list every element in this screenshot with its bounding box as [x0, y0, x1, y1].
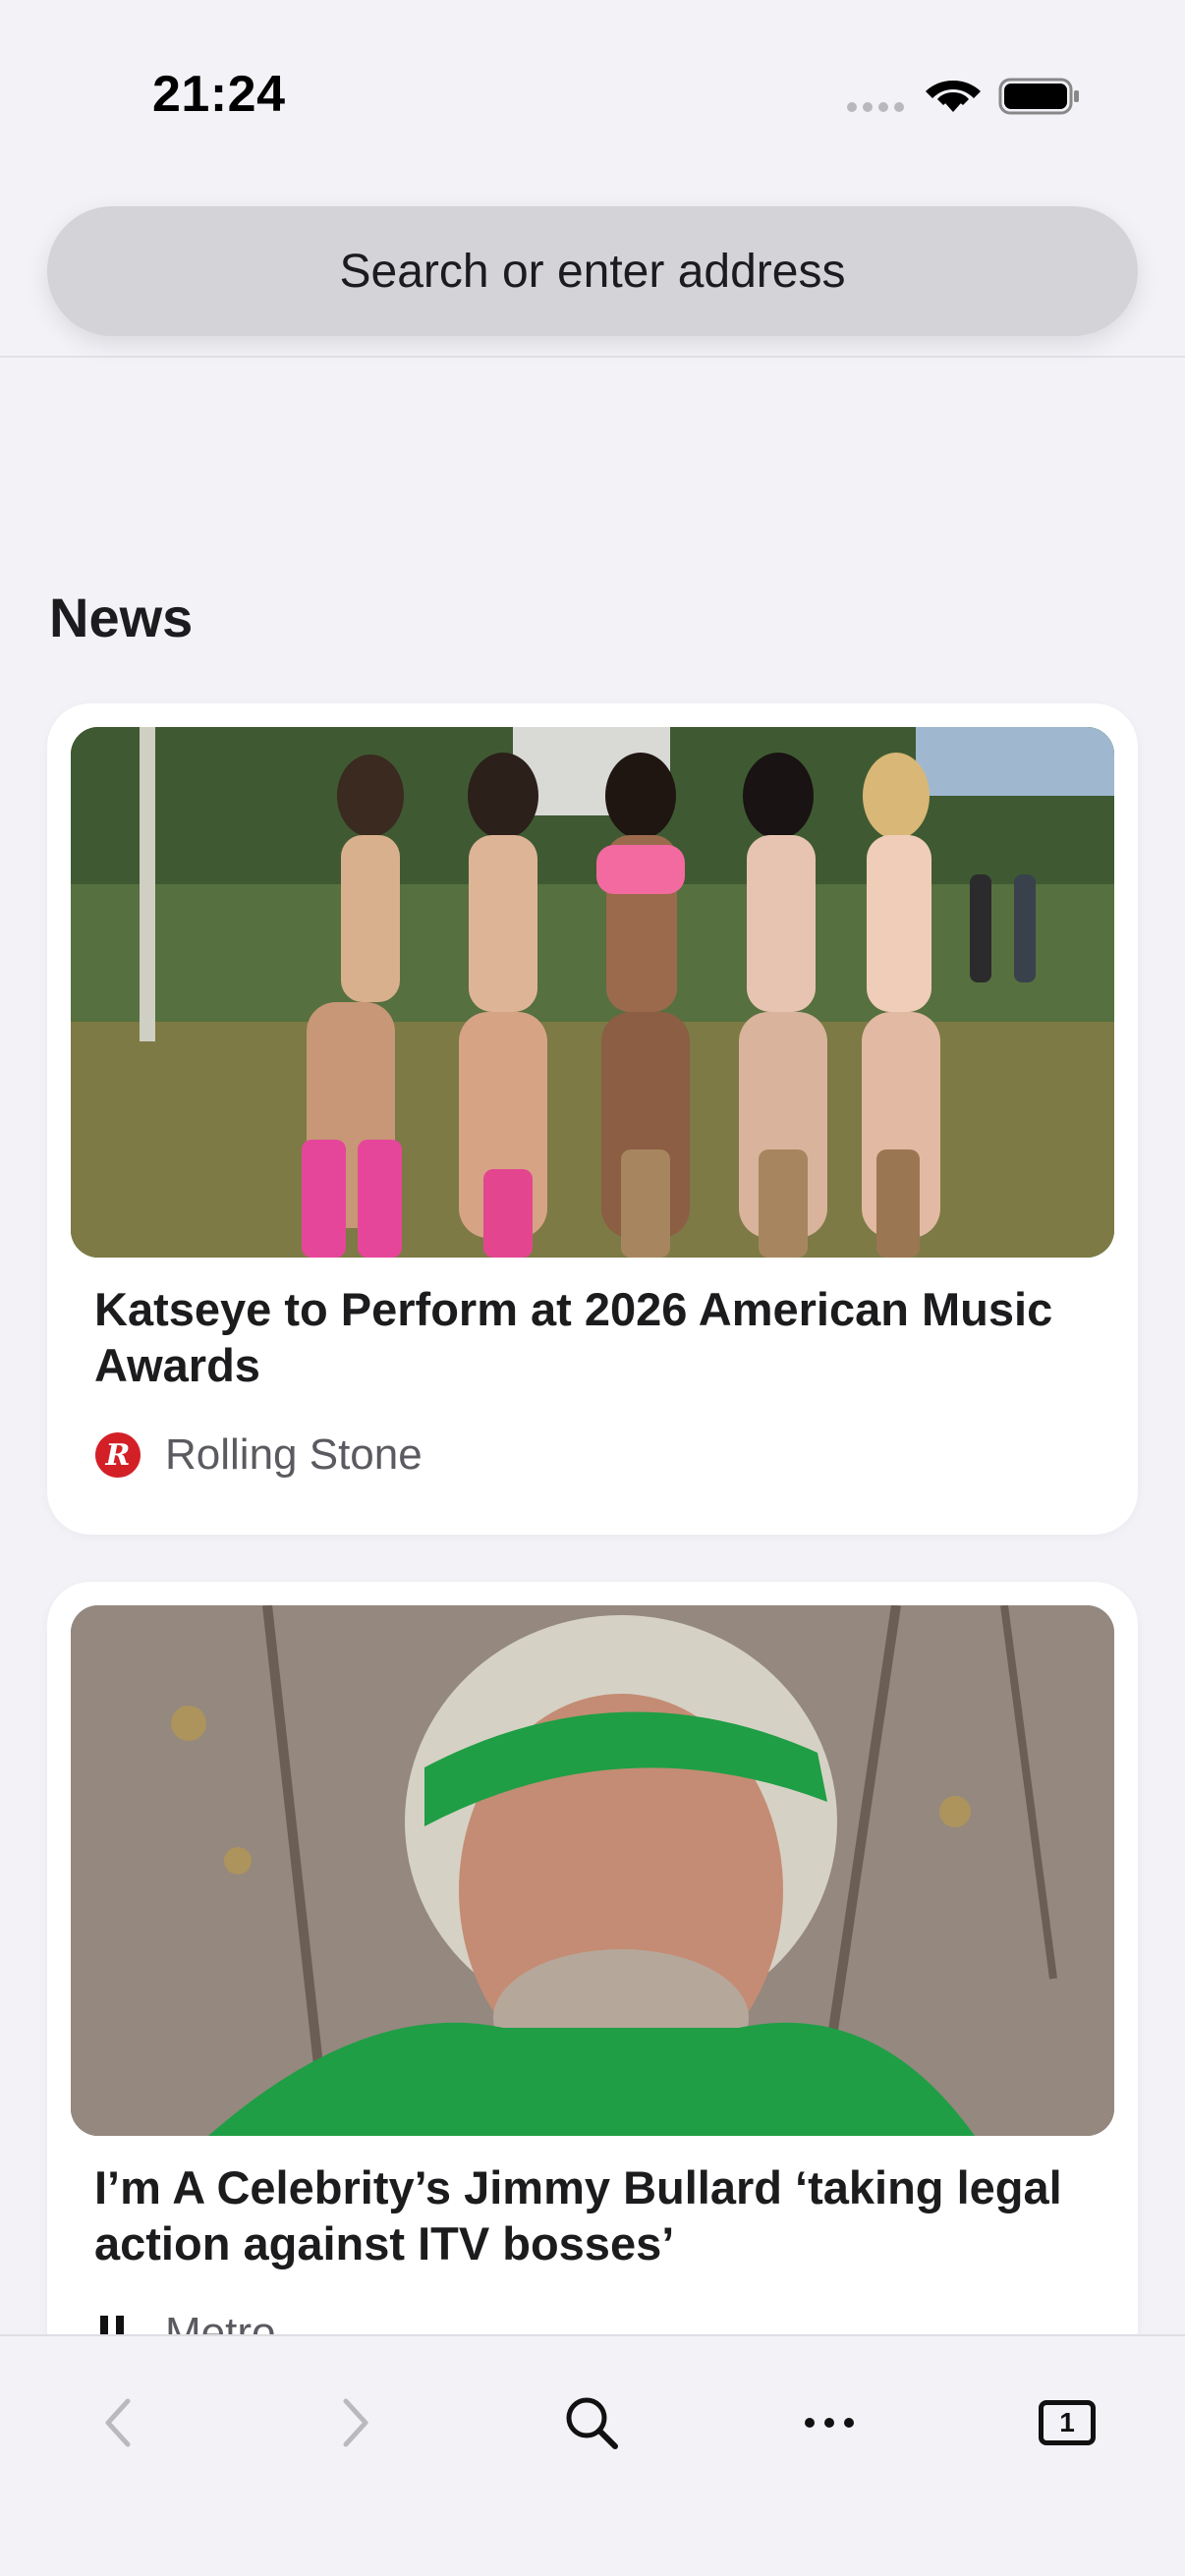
news-card[interactable]: Katseye to Perform at 2026 American Musi… — [47, 703, 1138, 1535]
chevron-left-icon — [105, 2398, 131, 2447]
bottom-toolbar: 1 — [0, 2334, 1185, 2576]
news-source: R Rolling Stone — [94, 1430, 423, 1480]
rolling-stone-logo-icon: R — [95, 1432, 141, 1478]
search-button[interactable] — [544, 2376, 639, 2470]
news-section-title: News — [49, 587, 194, 648]
tab-count: 1 — [1039, 2400, 1096, 2445]
address-placeholder: Search or enter address — [339, 245, 846, 298]
news-source-name: Rolling Stone — [165, 1430, 423, 1479]
battery-icon — [998, 78, 1079, 115]
top-area: 21:24 Search or enter address — [0, 0, 1185, 358]
news-image — [71, 727, 1114, 1258]
svg-text:R: R — [105, 1438, 131, 1473]
back-button[interactable] — [71, 2376, 165, 2470]
wifi-icon — [926, 81, 981, 112]
status-bar: 21:24 — [0, 0, 1185, 196]
more-button[interactable] — [782, 2376, 876, 2470]
chevron-right-icon — [343, 2398, 368, 2447]
news-title: I’m A Celebrity’s Jimmy Bullard ‘taking … — [94, 2161, 1062, 2269]
news-image — [71, 1605, 1114, 2136]
news-photo-icon — [71, 727, 1114, 1258]
status-time: 21:24 — [152, 66, 286, 123]
address-bar[interactable]: Search or enter address — [47, 206, 1138, 336]
ellipsis-icon — [805, 2418, 854, 2428]
tabs-button[interactable]: 1 — [1020, 2376, 1114, 2470]
news-photo-icon — [71, 1605, 1114, 2136]
news-title: Katseye to Perform at 2026 American Musi… — [94, 1283, 1053, 1391]
forward-button[interactable] — [309, 2376, 403, 2470]
cellular-signal-icon — [847, 102, 904, 112]
search-icon — [566, 2397, 618, 2449]
browser-screen: 21:24 Search or enter address News Katse… — [0, 0, 1185, 2576]
